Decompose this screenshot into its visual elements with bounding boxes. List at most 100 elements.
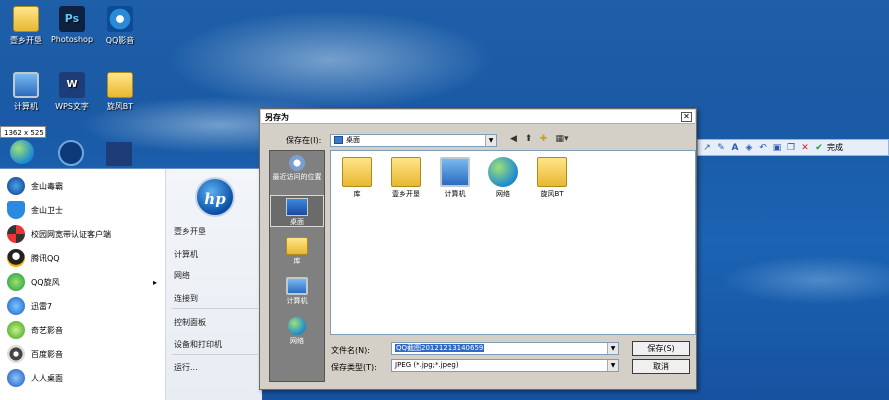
filetype-select[interactable]: JPEG (*.jpg;*.jpeg) ▼ — [391, 359, 619, 372]
text-tool-icon[interactable]: A — [729, 142, 741, 154]
copy-icon[interactable]: ❐ — [785, 142, 797, 154]
desktop-icon-qq-player[interactable]: QQ影音 — [96, 6, 144, 46]
start-menu-right-pane: hp 壹乡开垦 计算机 网络 连接到 控制面板 设备和打印机 运行... — [165, 169, 262, 400]
network-icon — [10, 140, 34, 164]
save-in-label: 保存在(I): — [286, 136, 322, 145]
arrow-tool-icon[interactable]: ↗ — [701, 142, 713, 154]
computer-icon — [286, 277, 308, 295]
filename-label: 文件名(N): — [331, 346, 370, 355]
filename-value: QQ截图20121213140659 — [395, 344, 485, 352]
start-item-qiyi-player[interactable]: 奇艺影音 — [0, 318, 165, 342]
desktop-icon-bt-folder[interactable]: 旋风BT — [96, 72, 144, 112]
library-icon — [342, 157, 372, 187]
shield-icon — [7, 201, 25, 219]
place-desktop[interactable]: 桌面 — [270, 195, 324, 227]
campus-client-icon — [7, 225, 25, 243]
start-item-xunlei[interactable]: 迅雷7 — [0, 294, 165, 318]
recent-icon — [289, 155, 305, 171]
new-folder-icon[interactable]: ✚ — [538, 134, 549, 145]
folder-icon — [107, 72, 133, 98]
desktop-icon-computer[interactable]: 计算机 — [2, 72, 50, 112]
start-right-control-panel[interactable]: 控制面板 — [174, 317, 206, 328]
up-folder-icon[interactable]: ⬆ — [523, 134, 534, 145]
start-right-divider — [172, 308, 258, 309]
screenshot-toolbar: ↗ ✎ A ◈ ↶ ▣ ❐ ✕ ✔ 完成 — [697, 139, 889, 156]
desktop-small-icon — [334, 136, 343, 144]
word-doc-icon — [106, 142, 132, 166]
save-button[interactable]: 保存(S) — [632, 341, 690, 356]
library-icon — [286, 237, 308, 255]
qq-player-icon — [107, 6, 133, 32]
start-item-tencent-qq[interactable]: 腾讯QQ — [0, 246, 165, 270]
start-item-baidu-player[interactable]: 百度影音 — [0, 342, 165, 366]
antivirus-icon — [7, 177, 25, 195]
cancel-button[interactable]: 取消 — [632, 359, 690, 374]
start-right-devices-printers[interactable]: 设备和打印机 — [174, 339, 222, 350]
start-item-renren-desktop[interactable]: 人人桌面 — [0, 366, 165, 390]
undo-icon[interactable]: ↶ — [757, 142, 769, 154]
check-icon[interactable]: ✔ — [813, 142, 825, 154]
start-item-kingsoft-guard[interactable]: 金山卫士 — [0, 198, 165, 222]
save-in-dropdown[interactable]: 桌面 ▼ — [330, 134, 497, 147]
baidu-player-icon — [7, 345, 25, 363]
network-icon — [288, 317, 306, 335]
submenu-arrow-icon: ▸ — [152, 277, 157, 287]
start-item-campus-net-client[interactable]: 校园网宽带认证客户端 — [0, 222, 165, 246]
file-item-computer[interactable]: 计算机 — [435, 157, 475, 199]
qq-penguin-icon — [7, 249, 25, 267]
desktop-icon-user-folder[interactable]: 壹乡开垦 — [2, 6, 50, 46]
start-right-divider — [172, 354, 258, 355]
start-item-kingsoft-antivirus[interactable]: 金山毒霸 — [0, 174, 165, 198]
pen-tool-icon[interactable]: ✎ — [715, 142, 727, 154]
desktop: 壹乡开垦 Ps Photoshop QQ影音 计算机 W WPS文字 旋风BT … — [0, 0, 889, 400]
qiyi-player-icon — [7, 321, 25, 339]
filetype-label: 保存类型(T): — [331, 363, 377, 372]
k-app-icon — [58, 140, 84, 166]
back-icon[interactable]: ◀ — [508, 134, 519, 145]
place-network[interactable]: 网络 — [270, 317, 324, 346]
start-right-run[interactable]: 运行... — [174, 362, 198, 373]
file-item-network[interactable]: 网络 — [483, 157, 523, 199]
mosaic-tool-icon[interactable]: ◈ — [743, 142, 755, 154]
start-item-qq-xuanfeng[interactable]: QQ旋风 ▸ — [0, 270, 165, 294]
wps-icon: W — [59, 72, 85, 98]
start-right-user-folder[interactable]: 壹乡开垦 — [174, 226, 206, 237]
desktop-icon-photoshop[interactable]: Ps Photoshop — [48, 6, 96, 44]
file-item-user-folder[interactable]: 壹乡开垦 — [386, 157, 426, 199]
filename-input[interactable]: QQ截图20121213140659 ▼ — [391, 342, 619, 355]
start-right-computer[interactable]: 计算机 — [174, 249, 198, 260]
file-list: 库 壹乡开垦 计算机 网络 旋风BT — [330, 150, 696, 335]
places-bar: 最近访问的位置 桌面 库 计算机 网络 — [269, 150, 325, 382]
chevron-down-icon: ▼ — [607, 343, 618, 354]
save-icon[interactable]: ▣ — [771, 142, 783, 154]
computer-icon — [440, 157, 470, 187]
file-item-library[interactable]: 库 — [337, 157, 377, 199]
place-library[interactable]: 库 — [270, 237, 324, 266]
close-icon: ✕ — [683, 112, 690, 121]
place-computer[interactable]: 计算机 — [270, 277, 324, 306]
resolution-badge: 1362 x 525 — [0, 126, 46, 138]
desktop-icon — [286, 198, 308, 216]
qq-xuanfeng-icon — [7, 273, 25, 291]
view-menu-icon[interactable]: ▦▾ — [553, 134, 571, 145]
place-recent[interactable]: 最近访问的位置 — [270, 155, 324, 182]
hp-logo-icon: hp — [195, 177, 235, 217]
xunlei-icon — [7, 297, 25, 315]
start-right-connect-to[interactable]: 连接到 — [174, 293, 198, 304]
close-button[interactable]: ✕ — [681, 112, 692, 122]
chevron-down-icon: ▼ — [607, 360, 618, 371]
chevron-down-icon: ▼ — [485, 135, 496, 146]
desktop-icon-wps[interactable]: W WPS文字 — [48, 72, 96, 112]
folder-user-icon — [391, 157, 421, 187]
confirm-button[interactable]: 完成 — [827, 142, 843, 153]
cancel-x-icon[interactable]: ✕ — [799, 142, 811, 154]
renren-icon — [7, 369, 25, 387]
folder-icon — [537, 157, 567, 187]
dialog-title: 另存为 — [265, 113, 289, 122]
folder-user-icon — [13, 6, 39, 32]
file-item-bt-folder[interactable]: 旋风BT — [532, 157, 572, 199]
dialog-titlebar[interactable]: 另存为 ✕ — [261, 110, 695, 124]
photoshop-icon: Ps — [59, 6, 85, 32]
start-right-network[interactable]: 网络 — [174, 270, 190, 281]
save-as-dialog: 另存为 ✕ 保存在(I): 桌面 ▼ ◀ ⬆ ✚ ▦▾ 最近访问的位置 桌面 库 — [259, 108, 697, 390]
